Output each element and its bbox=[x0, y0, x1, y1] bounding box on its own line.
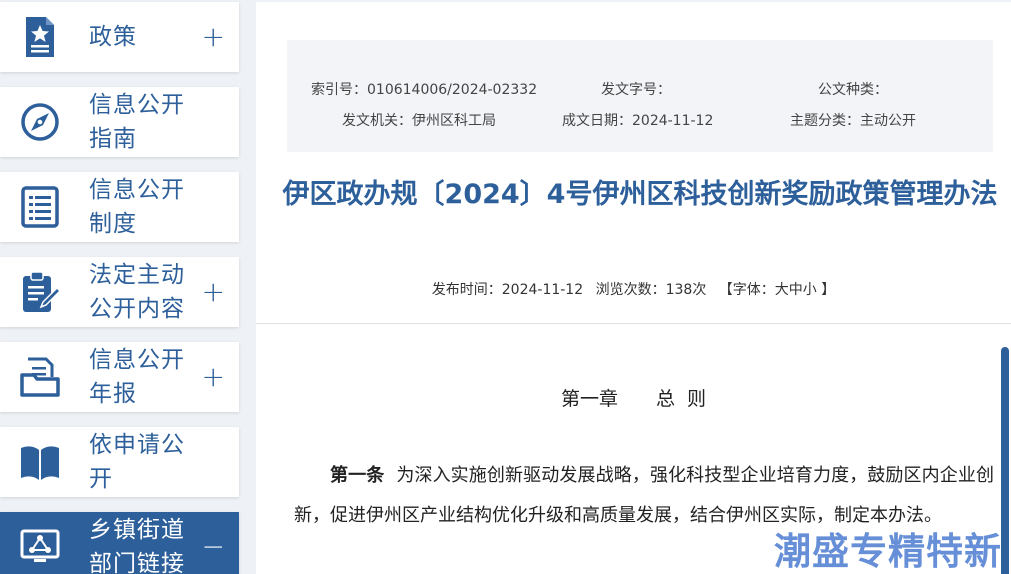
scrollbar[interactable] bbox=[1001, 347, 1009, 574]
compass-icon bbox=[18, 100, 62, 144]
clipboard-edit-icon bbox=[18, 270, 62, 314]
folder-document-icon bbox=[18, 355, 62, 399]
watermark-text: 潮盛专精特新 bbox=[774, 530, 1002, 573]
sidebar-item-label: 政策 bbox=[89, 24, 137, 50]
chapter-heading: 第一章 总 则 bbox=[560, 388, 707, 410]
document-meta: 发布时间：2024-11-12 浏览次数：138次 【字体：大中小 】 bbox=[256, 279, 1011, 299]
sidebar-item-statutory[interactable]: 法定主动 公开内容 + bbox=[0, 257, 239, 327]
sidebar-item-label: 信息公开 制度 bbox=[89, 177, 185, 237]
document-panel: 索引号：010614006/2024-02332 发文字号： 公文种类： 发文机… bbox=[256, 2, 1011, 574]
star-document-icon bbox=[18, 15, 62, 59]
sidebar-item-system[interactable]: 信息公开 制度 bbox=[0, 172, 239, 242]
sidebar-item-label: 乡镇街道 部门链接 bbox=[89, 517, 185, 574]
expand-toggle[interactable]: + bbox=[202, 363, 225, 391]
sidebar-item-policy[interactable]: 政策 + bbox=[0, 2, 239, 72]
issuing-authority: 发文机关：伊州区科工局 bbox=[342, 113, 496, 129]
network-monitor-icon bbox=[18, 525, 62, 569]
expand-toggle[interactable]: + bbox=[202, 278, 225, 306]
written-date: 成文日期：2024-11-12 bbox=[562, 113, 714, 129]
article-label: 第一条 bbox=[330, 465, 385, 486]
list-document-icon bbox=[18, 185, 62, 229]
collapse-toggle[interactable]: − bbox=[202, 533, 225, 561]
document-type: 公文种类： bbox=[818, 82, 888, 98]
divider bbox=[256, 323, 1011, 324]
article-paragraph: 第一条 为深入实施创新驱动发展战略，强化科技型企业培育力度，鼓励区内企业创新，促进… bbox=[294, 456, 994, 536]
sidebar: 政策 + 信息公开 指南 信息公开 制度 法定主动 公开内容 + 信息公开 年报… bbox=[0, 0, 240, 574]
document-number: 发文字号： bbox=[601, 82, 671, 98]
sidebar-item-guide[interactable]: 信息公开 指南 bbox=[0, 87, 239, 157]
article-text: 为深入实施创新驱动发展战略，强化科技型企业培育力度，鼓励区内企业创新，促进伊州区… bbox=[294, 465, 994, 526]
index-number: 索引号：010614006/2024-02332 bbox=[311, 82, 538, 98]
document-title: 伊区政办规〔2024〕4号伊州区科技创新奖励政策管理办法 bbox=[282, 179, 998, 210]
sidebar-item-on-request[interactable]: 依申请公 开 bbox=[0, 427, 239, 497]
font-size-switcher[interactable]: 【字体：大中小 】 bbox=[719, 282, 835, 298]
view-count: 浏览次数：138次 bbox=[595, 282, 707, 298]
sidebar-item-label: 依申请公 开 bbox=[89, 432, 185, 492]
expand-toggle[interactable]: + bbox=[202, 23, 225, 51]
sidebar-item-label: 信息公开 指南 bbox=[89, 92, 185, 152]
document-info-box: 索引号：010614006/2024-02332 发文字号： 公文种类： 发文机… bbox=[287, 40, 993, 152]
sidebar-item-label: 法定主动 公开内容 bbox=[89, 262, 185, 322]
sidebar-item-annual-report[interactable]: 信息公开 年报 + bbox=[0, 342, 239, 412]
open-book-icon bbox=[18, 440, 62, 484]
publish-time: 发布时间：2024-11-12 bbox=[431, 282, 584, 298]
subject-category: 主题分类：主动公开 bbox=[790, 113, 916, 129]
sidebar-item-township-links[interactable]: 乡镇街道 部门链接 − bbox=[0, 512, 239, 574]
sidebar-item-label: 信息公开 年报 bbox=[89, 347, 185, 407]
